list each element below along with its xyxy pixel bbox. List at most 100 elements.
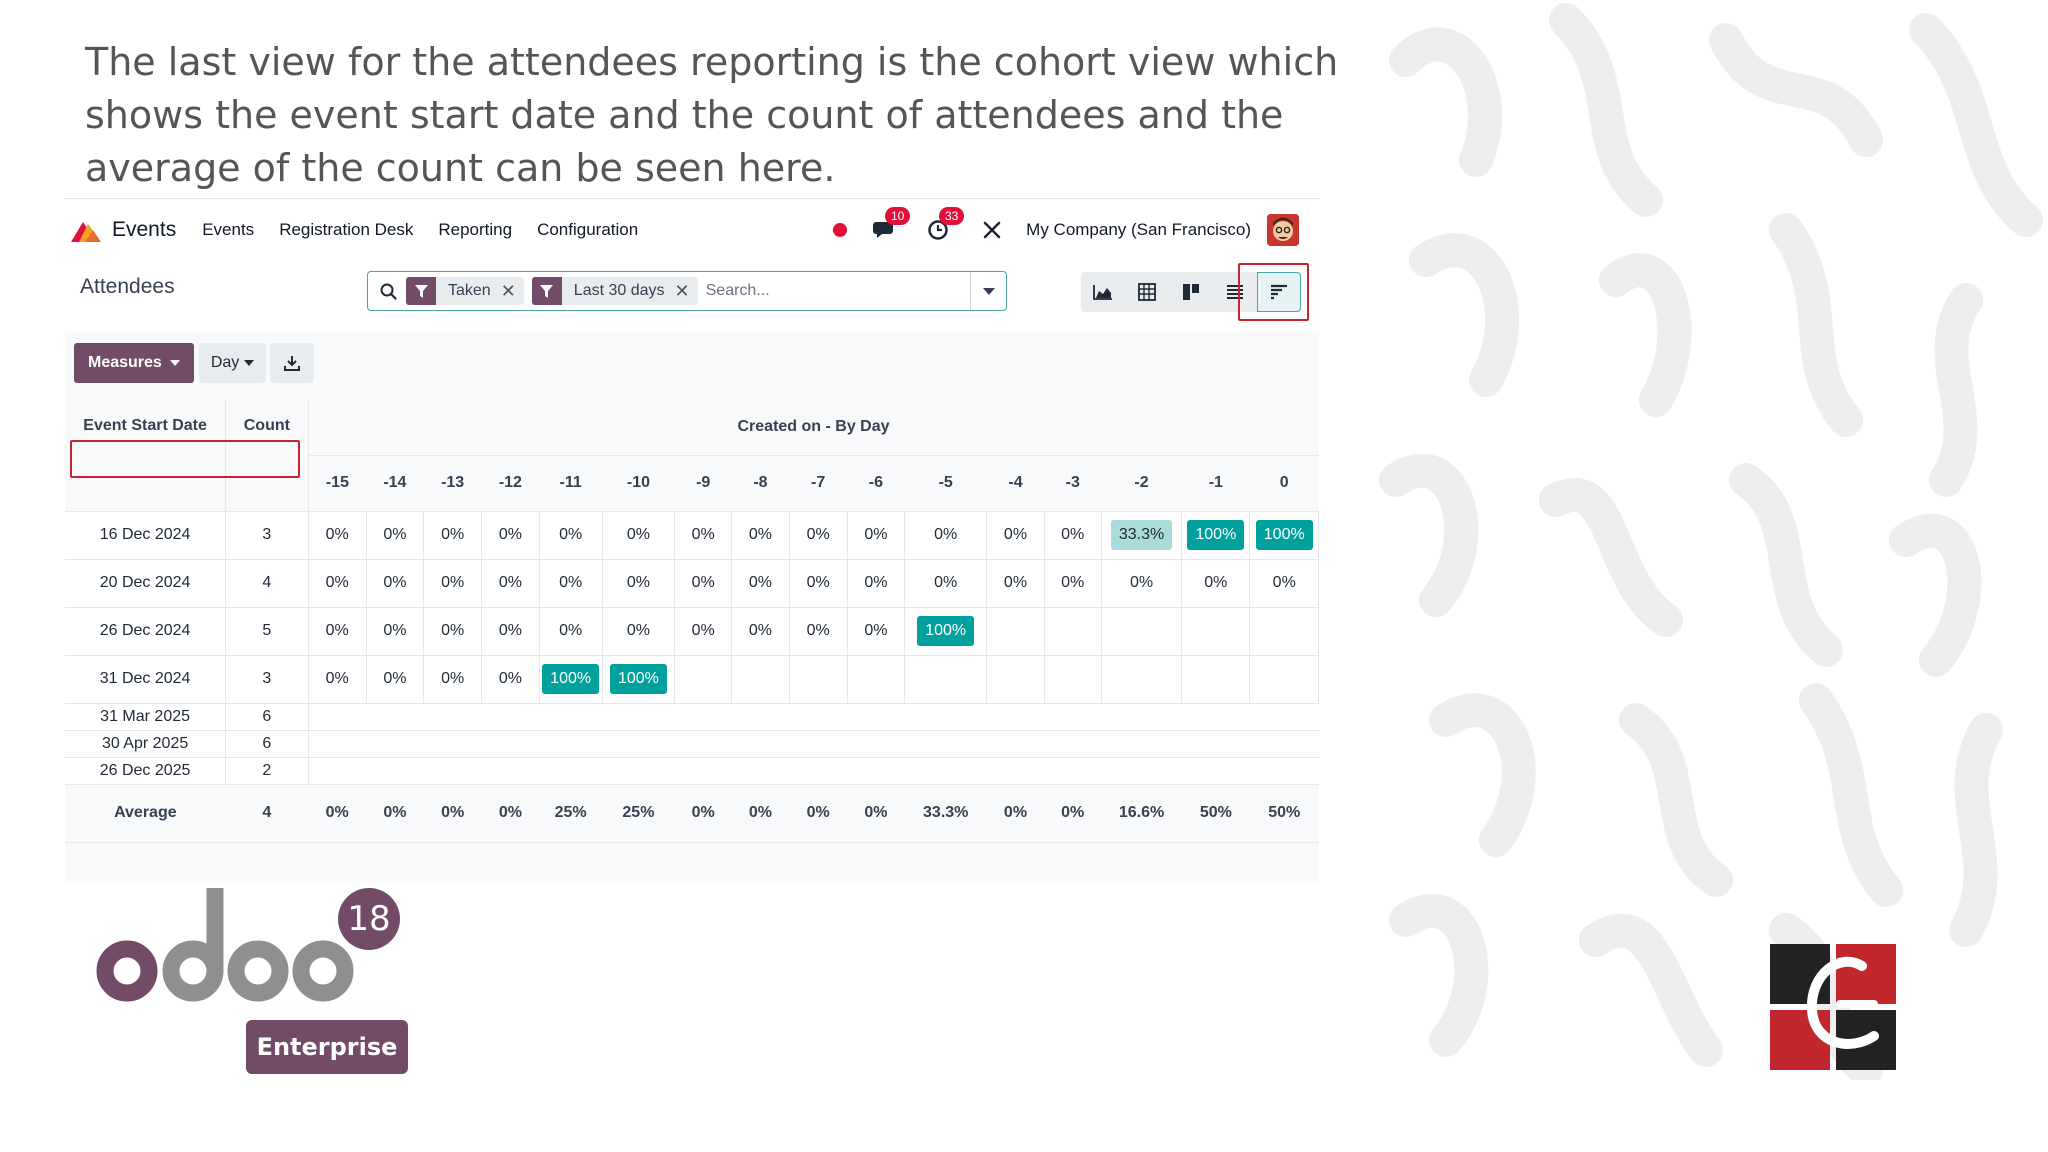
measures-button[interactable]: Measures [74,343,194,383]
cohort-cell[interactable]: 0% [481,607,540,656]
cohort-cell[interactable]: 100% [602,655,676,704]
cohort-cell[interactable]: 0% [308,655,367,704]
messages-button[interactable]: 10 [872,207,911,242]
average-count: 4 [225,784,309,843]
cohort-cell-value: 0% [806,574,830,591]
cohort-cell[interactable]: 0% [789,559,848,608]
cohort-cell[interactable]: 100% [1249,511,1319,560]
cohort-cell[interactable]: 0% [674,511,733,560]
cohort-cell[interactable]: 0% [789,511,848,560]
activities-button[interactable]: 33 [926,207,965,242]
cohort-cell-value: 0% [864,574,888,591]
cohort-cell[interactable]: 0% [423,559,483,608]
cohort-cell[interactable]: 0% [847,559,906,608]
cohort-cell[interactable]: 0% [308,559,367,608]
cohort-cell[interactable]: 0% [366,559,425,608]
average-value: 0% [423,784,482,843]
cohort-cell[interactable]: 0% [1044,511,1102,560]
menu-reporting[interactable]: Reporting [438,220,512,240]
cohort-cell[interactable]: 0% [1181,559,1251,608]
column-header: -6 [847,455,905,512]
user-avatar[interactable] [1267,214,1299,246]
cohort-cell[interactable]: 0% [481,511,540,560]
cohort-cell[interactable]: 0% [1249,559,1319,608]
cohort-cell[interactable]: 0% [481,559,540,608]
average-value: 25% [539,784,603,843]
cohort-cell-value: 0% [325,526,349,543]
menu-events[interactable]: Events [202,220,254,240]
cohort-cell[interactable]: 100% [539,655,603,704]
cohort-cell[interactable]: 0% [1044,559,1102,608]
empty-cell [1044,607,1102,656]
row-date: 20 Dec 2024 [65,559,227,608]
cohort-cell[interactable]: 0% [731,607,790,656]
menu-configuration[interactable]: Configuration [537,220,638,240]
facet-label: Last 30 days [573,282,665,299]
download-button[interactable] [270,343,315,383]
cohort-cell-value: 0% [383,526,407,543]
cohort-cell[interactable]: 0% [674,559,733,608]
cohort-cell[interactable]: 0% [423,607,483,656]
facet-remove-icon[interactable]: ✕ [675,281,698,302]
column-header: -11 [539,455,603,512]
kanban-view-button[interactable] [1169,272,1213,312]
column-header: -1 [1181,455,1250,512]
version-badge: 18 [338,888,400,950]
cohort-cell[interactable]: 0% [731,559,790,608]
cohort-cell[interactable]: 0% [847,607,906,656]
cohort-cell-value: 0% [748,526,772,543]
cohort-cell[interactable]: 0% [731,511,790,560]
user-avatar-image [1267,214,1299,246]
debug-tools-button[interactable] [980,218,1004,242]
cohort-cell[interactable]: 0% [602,607,676,656]
cohort-cell[interactable]: 100% [1181,511,1251,560]
cohort-cell-value: 0% [864,622,888,639]
company-switcher[interactable]: My Company (San Francisco) [1026,220,1251,240]
cohort-cell[interactable]: 0% [847,511,906,560]
cohort-cell[interactable]: 0% [1101,559,1183,608]
menu-registration-desk[interactable]: Registration Desk [279,220,413,240]
cohort-cell[interactable]: 0% [602,511,676,560]
cohort-cell[interactable]: 0% [986,511,1045,560]
search-options-toggle[interactable] [970,272,1006,310]
decorative-pattern [1379,3,2043,1080]
cohort-cell[interactable]: 0% [366,511,425,560]
caret-down-icon [169,360,180,366]
cohort-cell[interactable]: 100% [904,607,988,656]
cohort-cell[interactable]: 0% [423,655,483,704]
odoo-app-window: Events Events Registration Desk Reportin… [65,198,1319,881]
row-count: 5 [225,607,309,656]
cohort-cell[interactable]: 0% [986,559,1045,608]
column-header: 0 [1249,455,1319,512]
facet-remove-icon[interactable]: ✕ [501,281,524,302]
cohort-cell[interactable]: 0% [539,607,603,656]
company-logo [1770,944,1896,1070]
graph-view-button[interactable] [1081,272,1125,312]
cohort-cell[interactable]: 0% [539,511,603,560]
empty-cohort-row [308,757,1319,785]
cohort-cell[interactable]: 33.3% [1101,511,1183,560]
search-bar[interactable]: Taken ✕ Last 30 days ✕ [367,271,1007,311]
cohort-cell[interactable]: 0% [308,511,367,560]
cohort-cell[interactable]: 0% [366,655,425,704]
cohort-cell[interactable]: 0% [366,607,425,656]
table-row: 31 Mar 2025 6 [65,703,1319,731]
chevron-down-icon [982,287,995,295]
cohort-cell[interactable]: 0% [481,655,540,704]
cohort-cell[interactable]: 0% [539,559,603,608]
cohort-cell[interactable]: 0% [602,559,676,608]
recording-indicator-icon[interactable] [833,223,848,237]
cohort-cell[interactable]: 0% [423,511,483,560]
cohort-cell[interactable]: 0% [904,559,988,608]
pivot-view-button[interactable] [1125,272,1169,312]
cohort-cell-value: 0% [498,526,522,543]
cohort-cell[interactable]: 0% [904,511,988,560]
search-input[interactable] [705,282,966,300]
cohort-cell[interactable]: 0% [308,607,367,656]
cohort-cell[interactable]: 0% [789,607,848,656]
app-brand[interactable]: Events [71,216,176,244]
average-value: 0% [986,784,1045,843]
cohort-cell[interactable]: 0% [674,607,733,656]
row-date: 31 Mar 2025 [65,703,227,731]
interval-dropdown[interactable]: Day [198,343,267,383]
